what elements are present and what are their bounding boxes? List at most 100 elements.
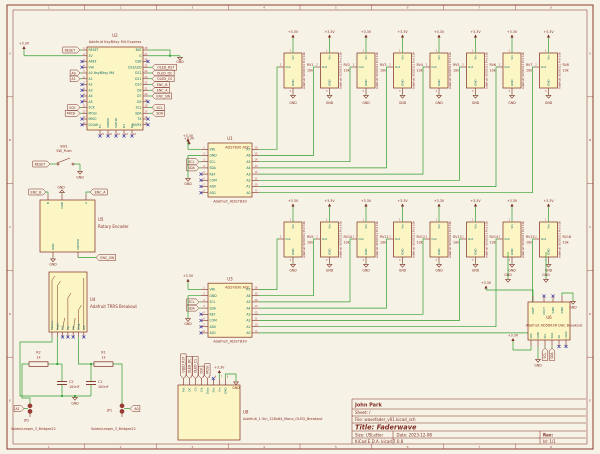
svg-text:RV6: RV6: [490, 63, 496, 67]
svg-text:RV11: RV11: [380, 235, 389, 239]
svg-text:SCL: SCL: [188, 160, 194, 164]
svg-text:Adafruit SC60311 Pot 10k: Adafruit SC60311 Pot 10k: [302, 52, 306, 90]
svg-text:SWDIO: SWDIO: [106, 117, 110, 128]
svg-text:GND: GND: [508, 269, 516, 273]
titleblock-title: Title: Faderwave: [355, 424, 417, 432]
svg-text:A4: A4: [89, 94, 93, 98]
svg-text:GND: GND: [547, 79, 551, 86]
svg-text:A4: A4: [246, 166, 250, 170]
svg-text:RiS: RiS: [61, 325, 65, 330]
titleblock-date: Date: 2023-12-08: [397, 432, 433, 437]
svg-text:+3.3V: +3.3V: [397, 30, 408, 34]
svg-text:U6: U6: [546, 315, 552, 320]
svg-text:AD1: AD1: [210, 191, 216, 195]
svg-text:Out: Out: [541, 65, 547, 69]
svg-text:GND: GND: [437, 248, 441, 255]
svg-text:SDA: SDA: [188, 306, 196, 310]
svg-text:D11: D11: [135, 77, 141, 81]
svg-text:Adafruit SC60311 Pot 10k: Adafruit SC60311 Pot 10k: [484, 52, 488, 90]
svg-text:B: B: [589, 138, 591, 142]
svg-text:+3.3V: +3.3V: [324, 199, 335, 203]
svg-text:VIN: VIN: [210, 148, 216, 152]
svg-text:+3.3V: +3.3V: [214, 365, 225, 369]
svg-text:GND: GND: [536, 332, 540, 338]
svg-text:U2: U2: [112, 33, 118, 38]
svg-text:SWCLK: SWCLK: [114, 118, 118, 128]
svg-text:GND: GND: [508, 101, 516, 105]
svg-text:Vin: Vin: [510, 224, 514, 229]
titleblock-rev: Rev:: [543, 432, 553, 437]
svg-text:+3.3V: +3.3V: [183, 134, 194, 138]
svg-text:CS: CS: [194, 387, 198, 391]
svg-text:Adafruit SC60311 Pot 10k: Adafruit SC60311 Pot 10k: [521, 52, 525, 90]
svg-text:A3: A3: [89, 88, 93, 92]
svg-text:10k: 10k: [526, 241, 532, 245]
svg-text:Clk: Clk: [200, 387, 204, 392]
svg-text:Adafruit_1.5in_128x64_Mono_OLE: Adafruit_1.5in_128x64_Mono_OLED_Breakout: [243, 417, 323, 421]
svg-text:Out: Out: [322, 237, 328, 241]
svg-text:GND: GND: [232, 386, 240, 390]
svg-text:RV15: RV15: [526, 235, 535, 239]
svg-text:Out: Out: [285, 237, 291, 241]
svg-text:MOSI: MOSI: [206, 366, 210, 374]
svg-text:A3: A3: [246, 172, 250, 176]
svg-text:VREF: VREF: [531, 307, 535, 315]
svg-text:C: C: [589, 225, 591, 229]
svg-text:10k: 10k: [417, 69, 423, 73]
svg-text:Out: Out: [395, 65, 401, 69]
svg-text:RV1: RV1: [307, 63, 313, 67]
svg-text:A5: A5: [246, 300, 250, 304]
svg-text:Out: Out: [504, 237, 510, 241]
svg-text:Out: Out: [431, 65, 437, 69]
svg-text:Out: Out: [541, 237, 547, 241]
svg-text:+3.3V: +3.3V: [324, 30, 335, 34]
svg-text:10k: 10k: [563, 241, 569, 245]
svg-text:ENC_A: ENC_A: [95, 190, 106, 194]
svg-text:Out: Out: [358, 237, 364, 241]
svg-text:COM: COM: [210, 179, 218, 183]
svg-text:A0: A0: [89, 71, 93, 75]
svg-text:A1: A1: [71, 77, 75, 81]
titleblock-tool: KiCad E.D.A. kicad 7.0.8: [355, 439, 404, 444]
svg-text:Adafruit SC60311 Pot 10k: Adafruit SC60311 Pot 10k: [448, 221, 452, 259]
svg-text:GND: GND: [401, 79, 405, 86]
svg-text:ENC_SW: ENC_SW: [156, 94, 171, 98]
svg-text:ENC_A: ENC_A: [157, 89, 168, 93]
svg-text:Out: Out: [322, 65, 328, 69]
svg-text:B: B: [9, 138, 11, 142]
svg-text:GND: GND: [435, 269, 443, 273]
svg-text:GND: GND: [328, 248, 332, 255]
svg-text:GND: GND: [326, 269, 334, 273]
svg-text:AREF: AREF: [89, 60, 97, 64]
titleblock-file: File: wavefader_v01.kicad_sch: [355, 417, 416, 422]
svg-text:GND: GND: [401, 248, 405, 255]
svg-text:SDA: SDA: [135, 111, 142, 115]
svg-text:Adafruit SC60311 Pot 10k: Adafruit SC60311 Pot 10k: [375, 221, 379, 259]
schematic-sheet: 1122334455667788AABBCCDDEE John Park She…: [0, 0, 600, 454]
svg-text:3: 3: [191, 6, 193, 10]
svg-text:RESET: RESET: [65, 48, 77, 52]
svg-text:GND: GND: [364, 248, 368, 255]
svg-text:GND: GND: [472, 101, 480, 105]
svg-text:8: 8: [550, 6, 552, 10]
svg-text:Adafruit ItsyBitsy M4 Express: Adafruit ItsyBitsy M4 Express: [89, 40, 142, 44]
svg-text:A4: A4: [246, 306, 250, 310]
svg-text:GND: GND: [551, 307, 555, 313]
svg-text:AD0: AD0: [210, 185, 216, 189]
kicad-schematic-canvas[interactable]: 1122334455667788AABBCCDDEE John Park She…: [0, 0, 600, 454]
svg-text:GND: GND: [399, 101, 407, 105]
svg-text:100nF: 100nF: [98, 385, 109, 389]
svg-text:D4: D4: [130, 124, 134, 128]
svg-text:BAT: BAT: [136, 48, 142, 52]
svg-text:RESET: RESET: [35, 162, 47, 166]
svg-text:GND: GND: [210, 294, 218, 298]
svg-text:Vin: Vin: [364, 224, 368, 229]
svg-text:Rotary Encoder: Rotary Encoder: [98, 224, 129, 229]
svg-text:Adafruit SC60311 Pot 10k: Adafruit SC60311 Pot 10k: [411, 52, 415, 90]
svg-text:A1: A1: [246, 325, 250, 329]
svg-text:GND: GND: [176, 60, 184, 64]
svg-text:2: 2: [120, 6, 122, 10]
svg-text:3: 3: [191, 445, 193, 449]
svg-text:OLED_CS: OLED_CS: [194, 359, 198, 373]
svg-text:GND: GND: [362, 269, 370, 273]
